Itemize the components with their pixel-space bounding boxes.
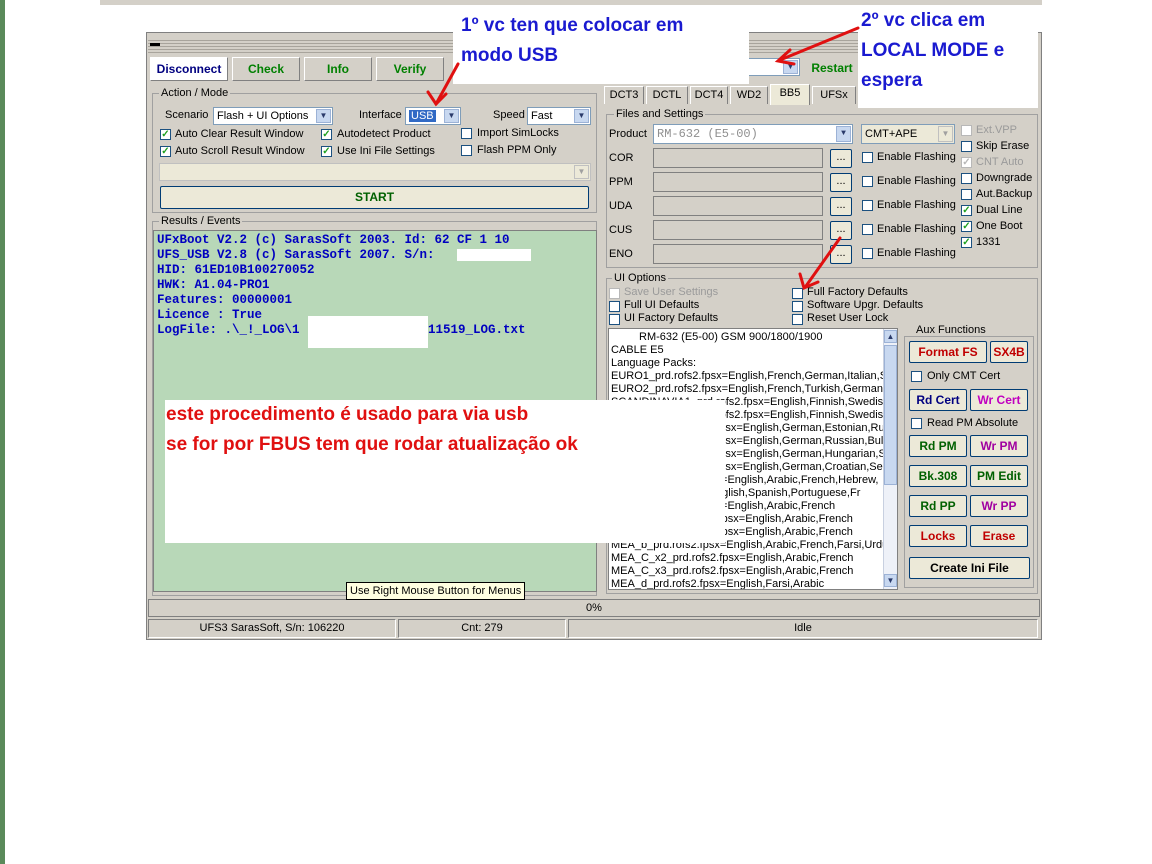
annotation-arrows xyxy=(426,26,860,291)
arrow-to-full-factory xyxy=(804,236,842,288)
arrow-to-interface xyxy=(434,62,460,106)
arrow-to-local-mode xyxy=(778,26,860,62)
